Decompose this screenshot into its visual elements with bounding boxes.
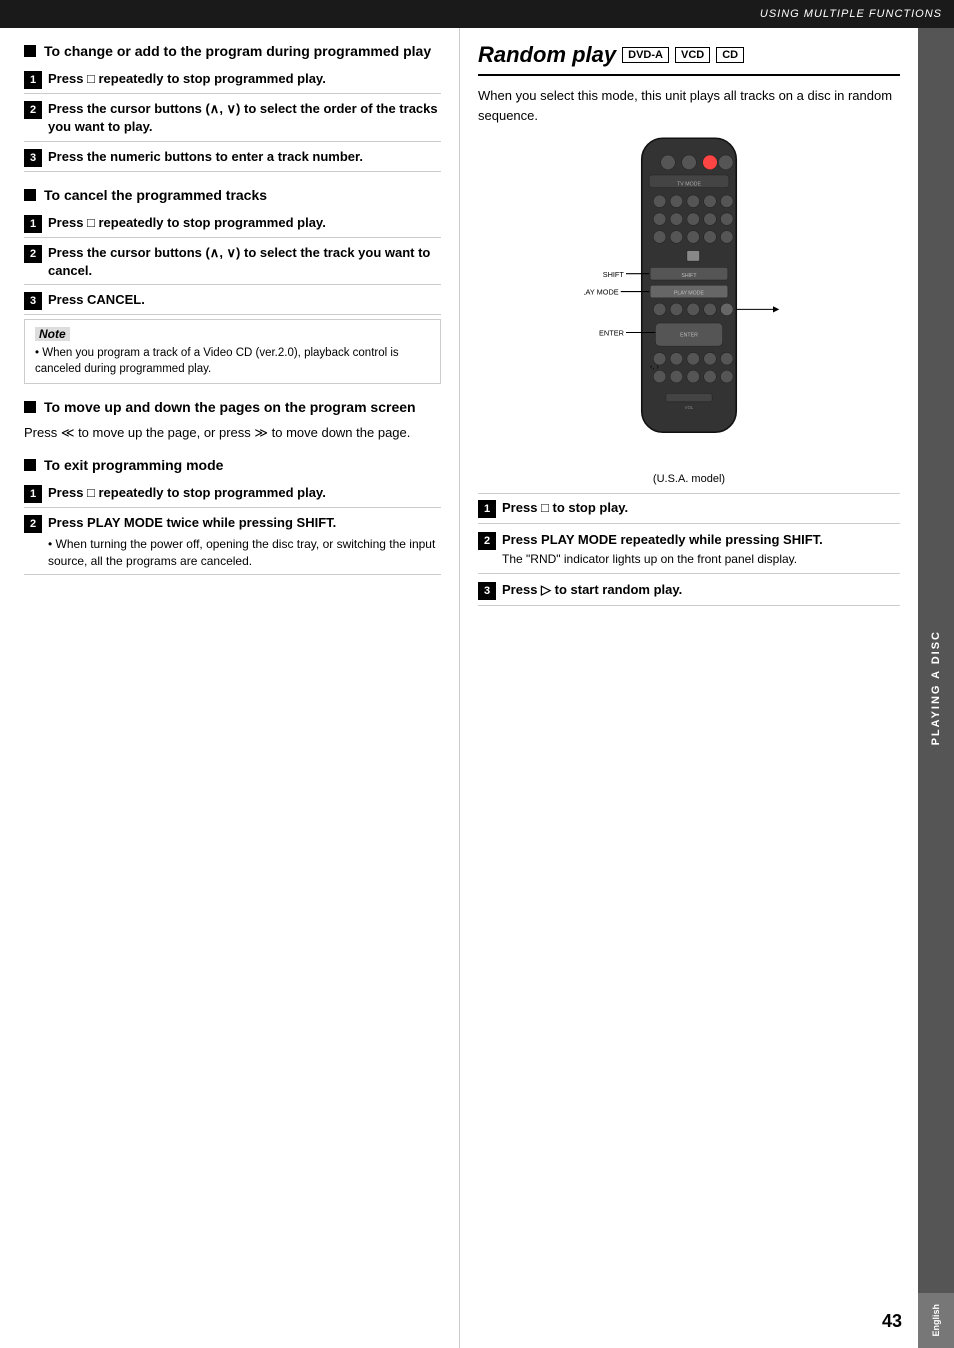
right-step-1: 1 Press □ to stop play.	[478, 494, 900, 524]
format-dvd-badge: DVD-A	[622, 47, 669, 63]
step-num-3: 3	[24, 149, 42, 167]
note-label: Note	[35, 327, 70, 341]
move-pages-body: Press ≪ to move up the page, or press ≫ …	[24, 423, 441, 443]
section-exit-title: To exit programming mode	[44, 456, 223, 474]
step-cancel-1: 1 Press □ repeatedly to stop programmed …	[24, 210, 441, 238]
step-change-2: 2 Press the cursor buttons (∧, ∨) to sel…	[24, 96, 441, 141]
step-exit-1-text: Press □ repeatedly to stop programmed pl…	[48, 484, 326, 502]
section-change-add: To change or add to the program during p…	[24, 42, 441, 60]
bullet-icon-cancel	[24, 189, 36, 201]
step-exit-num-2: 2	[24, 515, 42, 533]
format-cd-badge: CD	[716, 47, 744, 63]
right-step-3-text: Press ▷ to start random play.	[502, 581, 682, 599]
step-cancel-3: 3 Press CANCEL.	[24, 287, 441, 315]
right-step-num-3: 3	[478, 582, 496, 600]
bullet-icon	[24, 45, 36, 57]
content-area: To change or add to the program during p…	[0, 28, 918, 1348]
step-change-2-text: Press the cursor buttons (∧, ∨) to selec…	[48, 100, 441, 136]
step-cancel-3-text: Press CANCEL.	[48, 291, 145, 309]
step-exit-2-text: Press PLAY MODE twice while pressing SHI…	[48, 514, 441, 532]
right-step-2-sub: The "RND" indicator lights up on the fro…	[502, 551, 823, 568]
step-change-1: 1 Press □ repeatedly to stop programmed …	[24, 66, 441, 94]
step-num-1: 1	[24, 71, 42, 89]
section-exit: To exit programming mode	[24, 456, 441, 474]
step-exit-num-1: 1	[24, 485, 42, 503]
step-cancel-2-text: Press the cursor buttons (∧, ∨) to selec…	[48, 244, 441, 280]
page-number: 43	[882, 1311, 902, 1332]
random-play-header: Random play DVD-A VCD CD	[478, 42, 900, 76]
sidebar-english-text: English	[931, 1304, 941, 1337]
right-step-2: 2 Press PLAY MODE repeatedly while press…	[478, 526, 900, 574]
step-cancel-num-1: 1	[24, 215, 42, 233]
section-move-title: To move up and down the pages on the pro…	[44, 398, 416, 416]
note-text: • When you program a track of a Video CD…	[35, 345, 430, 377]
bullet-icon-move	[24, 401, 36, 413]
section-change-add-title: To change or add to the program during p…	[44, 42, 431, 60]
sidebar-right: PLAYING A DISC	[918, 28, 954, 1348]
section-cancel-title: To cancel the programmed tracks	[44, 186, 267, 204]
remote-labels-area	[478, 173, 900, 493]
step-exit-1: 1 Press □ repeatedly to stop programmed …	[24, 480, 441, 508]
step-cancel-num-2: 2	[24, 245, 42, 263]
header-title: USING MULTIPLE FUNCTIONS	[760, 8, 942, 20]
random-play-intro: When you select this mode, this unit pla…	[478, 86, 900, 125]
format-vcd-badge: VCD	[675, 47, 710, 63]
right-step-num-1: 1	[478, 500, 496, 518]
step-cancel-2: 2 Press the cursor buttons (∧, ∨) to sel…	[24, 240, 441, 285]
random-play-title-text: Random play	[478, 42, 616, 68]
left-column: To change or add to the program during p…	[0, 28, 460, 1348]
section-cancel: To cancel the programmed tracks	[24, 186, 441, 204]
right-step-3: 3 Press ▷ to start random play.	[478, 576, 900, 606]
bullet-icon-exit	[24, 459, 36, 471]
header-bar: USING MULTIPLE FUNCTIONS	[0, 0, 954, 28]
right-step-num-2: 2	[478, 532, 496, 550]
right-step-1-text: Press □ to stop play.	[502, 499, 628, 517]
step-change-1-text: Press □ repeatedly to stop programmed pl…	[48, 70, 326, 88]
sidebar-main-text: PLAYING A DISC	[930, 630, 942, 745]
step-cancel-num-3: 3	[24, 292, 42, 310]
step-exit-2-sub: • When turning the power off, opening th…	[48, 536, 441, 570]
step-change-3: 3 Press the numeric buttons to enter a t…	[24, 144, 441, 172]
note-box: Note • When you program a track of a Vid…	[24, 319, 441, 384]
step-change-3-text: Press the numeric buttons to enter a tra…	[48, 148, 363, 166]
section-move-pages: To move up and down the pages on the pro…	[24, 398, 441, 416]
right-step-2-text: Press PLAY MODE repeatedly while pressin…	[502, 531, 823, 549]
right-column: Random play DVD-A VCD CD When you select…	[460, 28, 918, 1348]
step-exit-2: 2 Press PLAY MODE twice while pressing S…	[24, 510, 441, 575]
sidebar-english: English	[918, 1293, 954, 1348]
step-cancel-1-text: Press □ repeatedly to stop programmed pl…	[48, 214, 326, 232]
step-num-2: 2	[24, 101, 42, 119]
